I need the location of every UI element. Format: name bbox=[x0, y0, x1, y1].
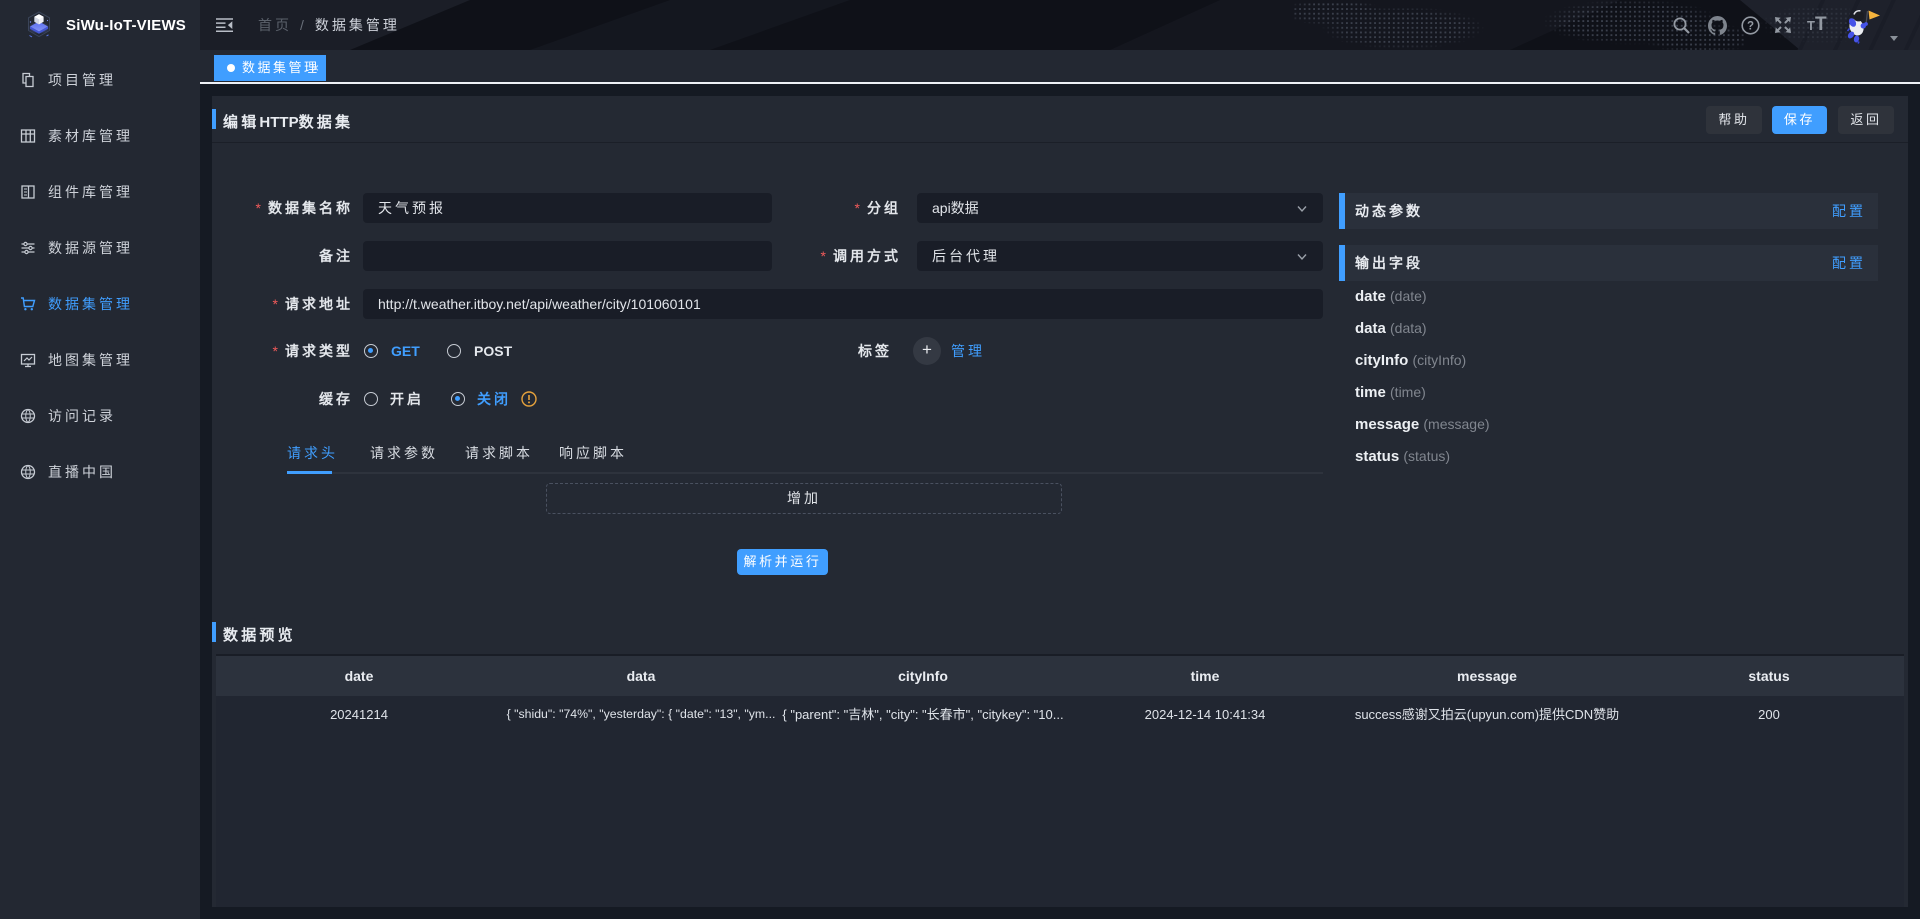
svg-text:?: ? bbox=[1747, 21, 1754, 33]
